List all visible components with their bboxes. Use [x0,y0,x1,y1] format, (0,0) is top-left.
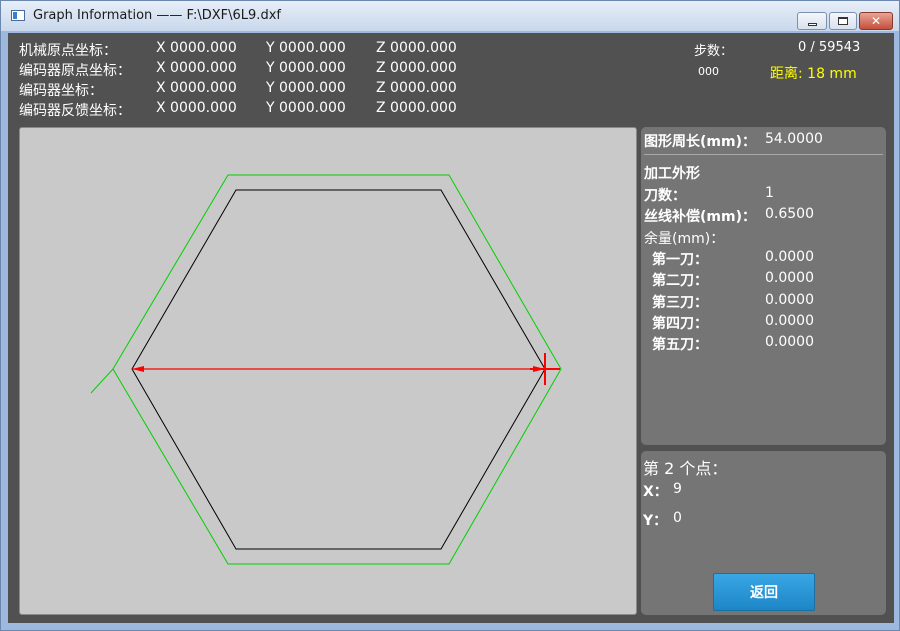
coord-y: Y 0000.000 [266,80,346,96]
coord-label: 编码器坐标： [19,83,103,99]
measure-arrow-left [132,366,144,372]
title-bar[interactable]: Graph Information —— F:\DXF\6L9.dxf ✕ [1,1,899,31]
app-icon [11,10,25,21]
pass-3-label: 第三刀： [652,295,708,311]
minimize-button[interactable] [797,12,827,30]
perimeter-value: 54.0000 [765,131,823,147]
coord-z: Z 0000.000 [376,60,457,76]
distance-readout: 距离: 18 mm [770,66,857,82]
offset-lead-in [90,368,114,394]
point-y-value: 0 [673,510,682,526]
steps-value: 0 / 59543 [798,40,861,55]
steps-label: 步数： [694,44,734,59]
point-title: 第 2 个点： [643,459,728,478]
return-button[interactable]: 返回 [713,573,815,611]
maximize-button[interactable] [829,12,857,30]
coord-x: X 0000.000 [156,40,237,56]
coord-x: X 0000.000 [156,100,237,116]
close-icon: ✕ [870,14,882,28]
coord-x: X 0000.000 [156,80,237,96]
close-button[interactable]: ✕ [859,12,893,30]
graph-drawing [90,174,562,565]
graph-info-window: Graph Information —— F:\DXF\6L9.dxf ✕ 机械… [0,0,900,631]
client-area: 机械原点坐标： X 0000.000 Y 0000.000 Z 0000.000… [8,33,894,623]
coord-row-machine-origin: 机械原点坐标： X 0000.000 Y 0000.000 Z 0000.000 [19,40,479,60]
comp-value: 0.6500 [765,206,814,222]
point-y-label: Y： [643,513,668,529]
pass-2-label: 第二刀： [652,273,708,289]
coord-y: Y 0000.000 [266,100,346,116]
coord-row-encoder-origin: 编码器原点坐标： X 0000.000 Y 0000.000 Z 0000.00… [19,60,479,80]
coord-z: Z 0000.000 [376,100,457,116]
point-info-panel: 第 2 个点： X： 9 Y： 0 返回 [641,451,886,615]
pass-4-value: 0.0000 [765,313,814,329]
pass-1-value: 0.0000 [765,249,814,265]
minimize-icon [807,22,817,26]
process-label: 加工外形 [644,166,700,182]
coord-row-encoder-feedback: 编码器反馈坐标： X 0000.000 Y 0000.000 Z 0000.00… [19,100,479,120]
coord-y: Y 0000.000 [266,40,346,56]
window-title: Graph Information —— F:\DXF\6L9.dxf [33,8,281,23]
pass-4-label: 第四刀： [652,316,708,332]
coord-z: Z 0000.000 [376,40,457,56]
coord-y: Y 0000.000 [266,60,346,76]
pass-5-value: 0.0000 [765,334,814,350]
pass-5-label: 第五刀： [652,337,708,353]
divider [644,154,883,155]
pass-3-value: 0.0000 [765,292,814,308]
pass-2-value: 0.0000 [765,270,814,286]
perimeter-label: 图形周长(mm)： [644,134,756,150]
coord-row-encoder: 编码器坐标： X 0000.000 Y 0000.000 Z 0000.000 [19,80,479,100]
comp-label: 丝线补偿(mm)： [644,209,756,225]
point-x-value: 9 [673,481,682,497]
coord-label: 编码器反馈坐标： [19,103,131,119]
coord-x: X 0000.000 [156,60,237,76]
point-x-label: X： [643,484,668,500]
shape-info-panel: 图形周长(mm)： 54.0000 加工外形 刀数： 1 丝线补偿(mm)： 0… [641,127,886,445]
maximize-icon [838,17,848,25]
coord-z: Z 0000.000 [376,80,457,96]
coord-label: 编码器原点坐标： [19,63,131,79]
pass-1-label: 第一刀： [652,252,708,268]
coordinate-block: 机械原点坐标： X 0000.000 Y 0000.000 Z 0000.000… [19,40,479,120]
coord-label: 机械原点坐标： [19,43,117,59]
cuts-value: 1 [765,185,774,201]
status-code: 000 [698,65,719,78]
cuts-label: 刀数： [644,188,686,204]
margin-label: 余量(mm)： [644,231,725,247]
graph-canvas[interactable] [19,127,637,615]
